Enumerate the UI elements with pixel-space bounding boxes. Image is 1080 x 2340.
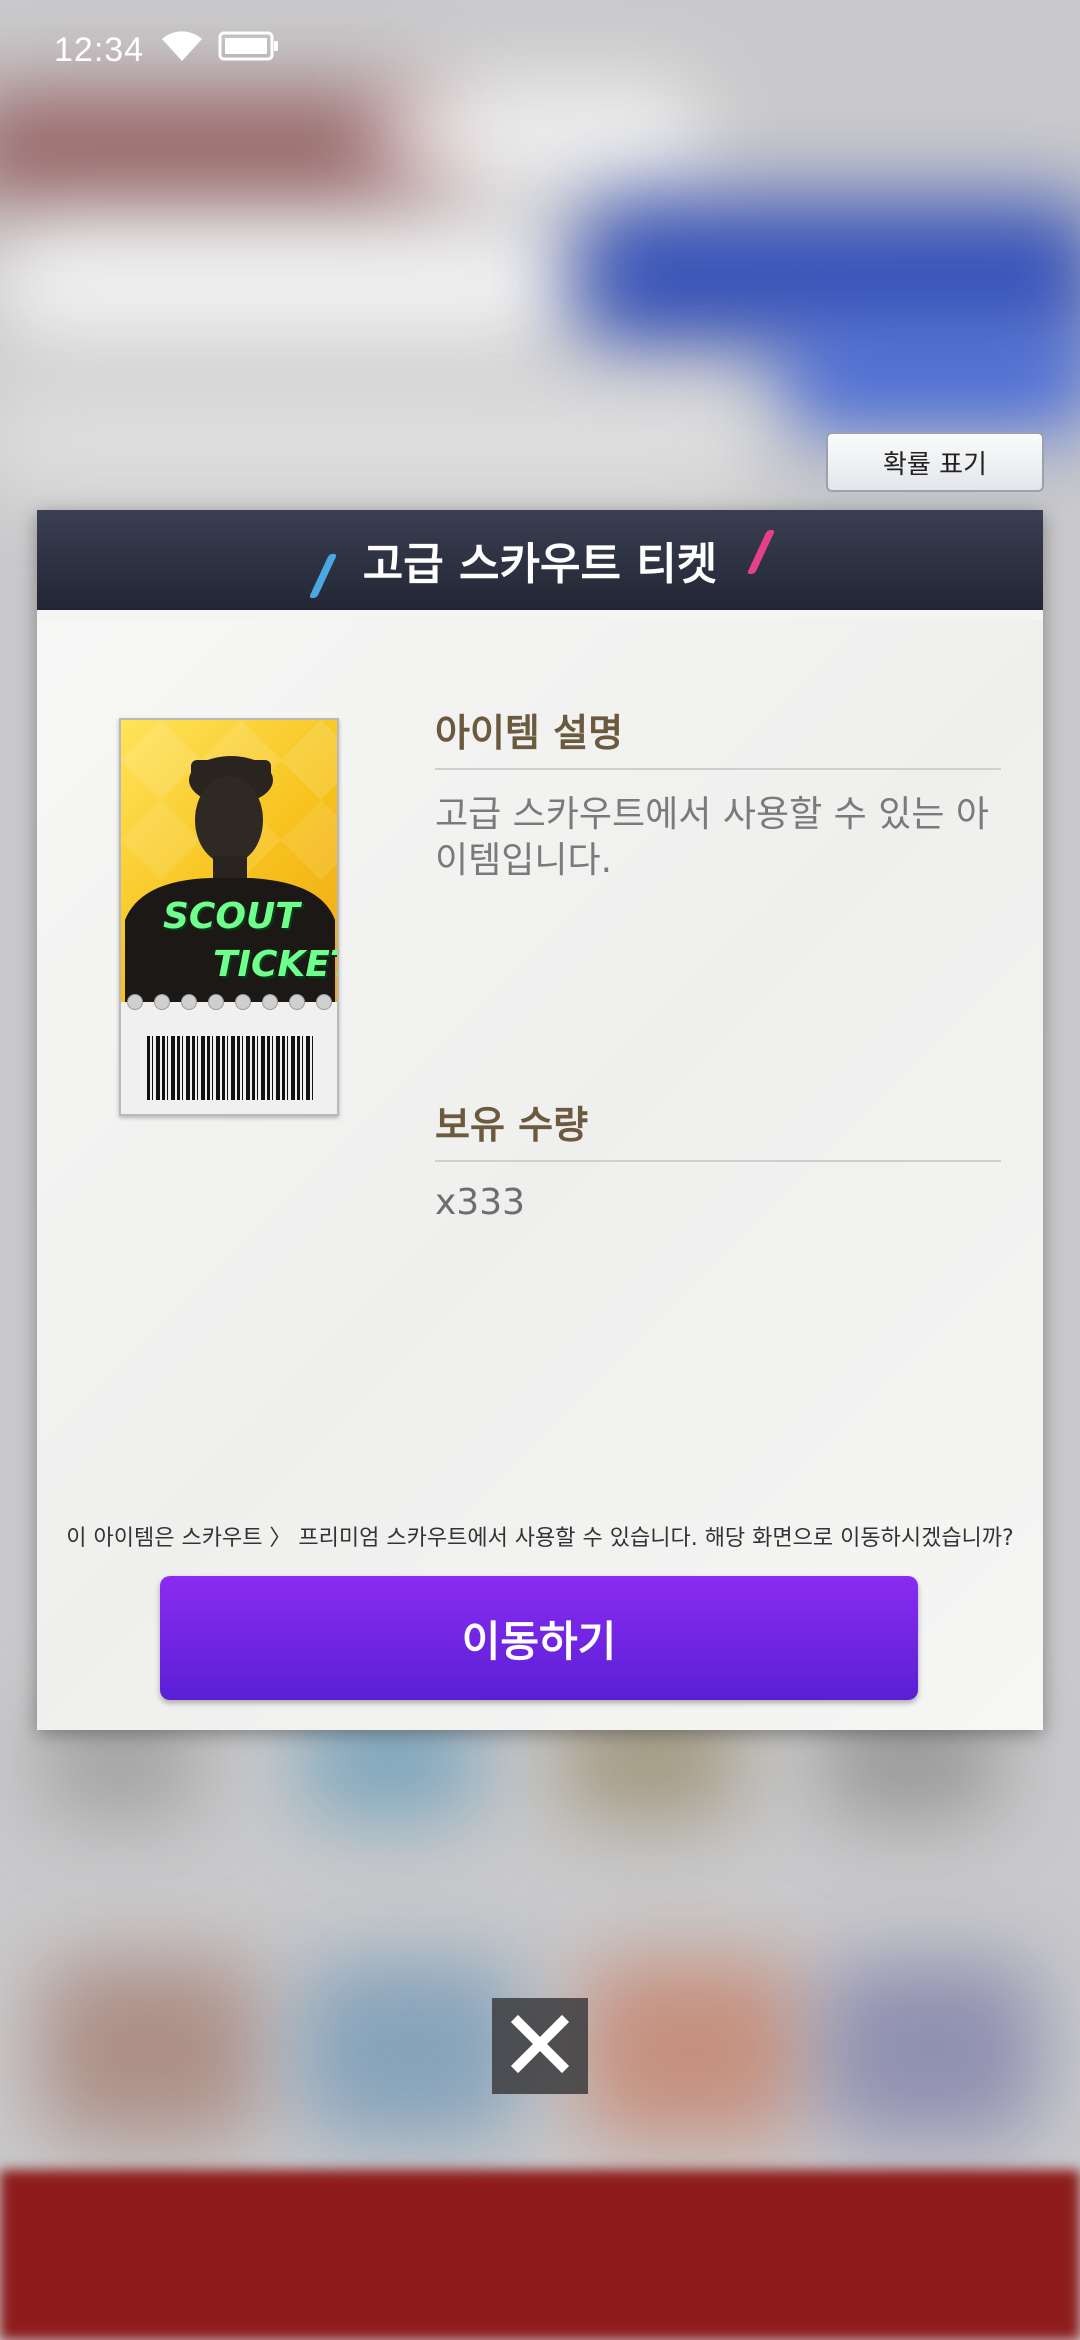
dialog-title: 고급 스카우트 티켓 [362, 539, 718, 590]
move-notice: 이 아이템은 스카우트 〉 프리미엄 스카우트에서 사용할 수 있습니다. 해당… [66, 1526, 1014, 1551]
dialog-body: SCOUT TICKET 아이템 설명 고급 스카우트에서 사용할 수 있는 아… [37, 620, 1043, 1730]
divider [435, 768, 1001, 770]
divider [435, 1160, 1001, 1162]
description-heading: 아이템 설명 [435, 711, 624, 755]
scout-ticket-image: SCOUT TICKET [119, 718, 339, 1116]
close-icon [508, 2012, 572, 2080]
probability-display-button[interactable]: 확률 표기 [826, 432, 1044, 492]
status-bar: 12:34 [0, 0, 1080, 100]
barcode-icon [147, 1036, 313, 1100]
close-button[interactable] [492, 1998, 588, 2094]
dialog-header: 고급 스카우트 티켓 [37, 510, 1043, 610]
move-button[interactable]: 이동하기 [160, 1576, 918, 1700]
slash-decoration-icon [746, 530, 776, 574]
slash-decoration-icon [308, 554, 338, 598]
battery-icon [218, 30, 280, 71]
item-description: 고급 스카우트에서 사용할 수 있는 아이템입니다. [435, 794, 990, 881]
wifi-icon [160, 29, 204, 72]
item-dialog: 고급 스카우트 티켓 SCOUT TICKET [37, 510, 1043, 1730]
status-time: 12:34 [54, 30, 145, 69]
quantity-heading: 보유 수량 [435, 1103, 589, 1147]
ticket-ticket-text: TICKET [213, 944, 337, 985]
ticket-scout-text: SCOUT [163, 896, 300, 937]
owned-quantity: x333 [435, 1182, 526, 1223]
